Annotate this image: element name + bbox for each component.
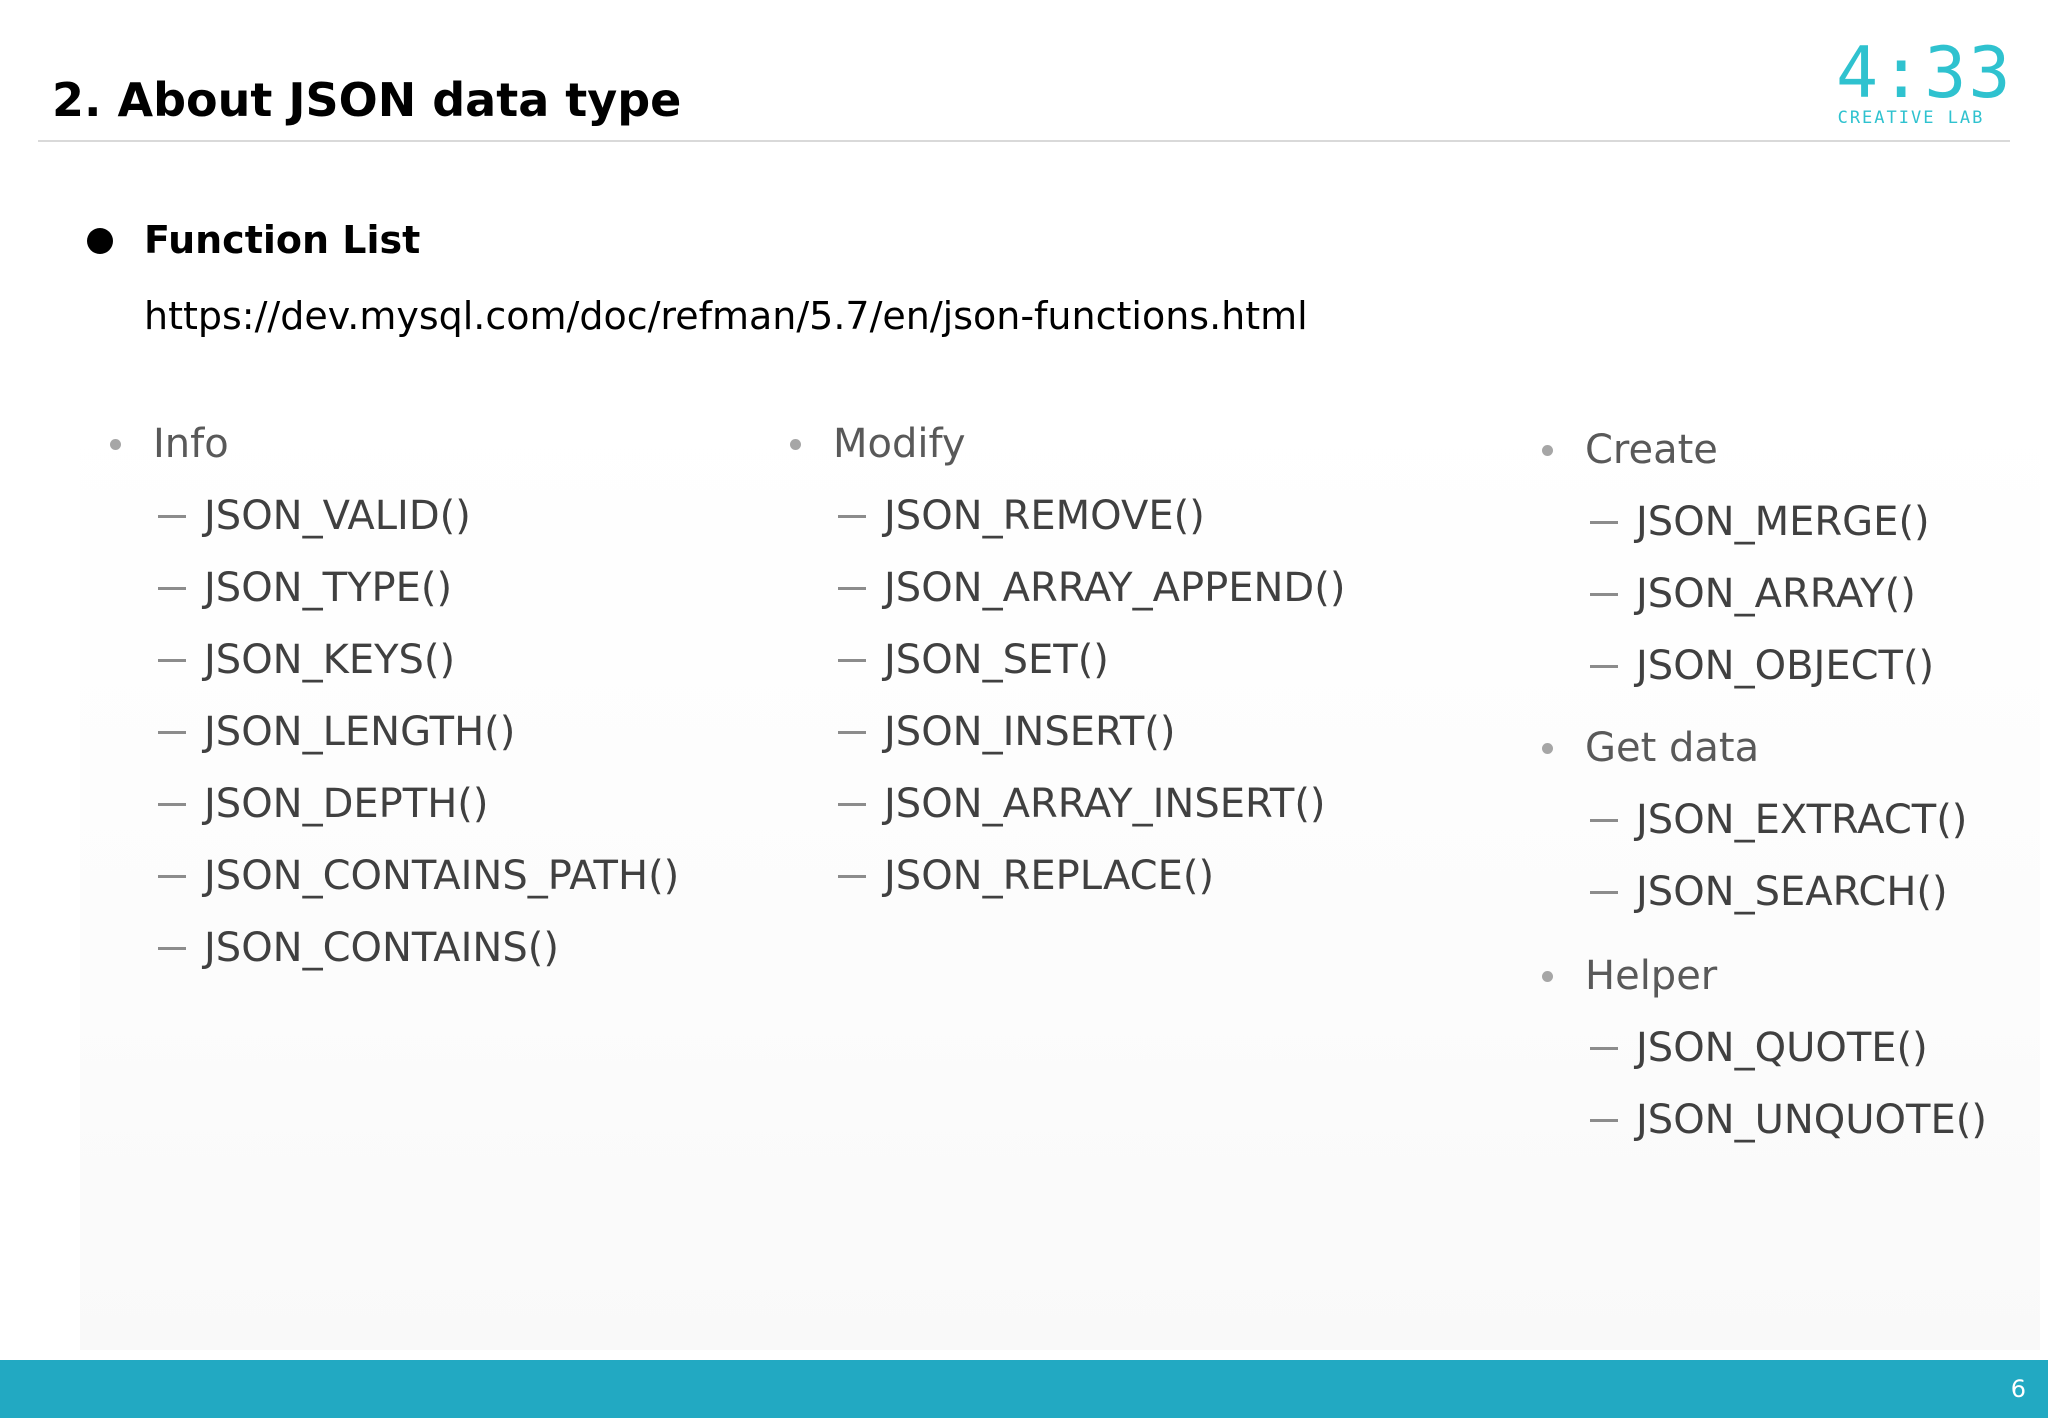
- function-name: JSON_OBJECT(): [1636, 643, 1935, 689]
- dash-icon: [1590, 818, 1618, 822]
- function-item: JSON_ARRAY(): [1512, 558, 1934, 630]
- function-name: JSON_VALID(): [204, 493, 471, 539]
- function-name: JSON_REMOVE(): [884, 493, 1205, 539]
- function-name: JSON_TYPE(): [204, 565, 453, 611]
- dash-icon: [158, 514, 186, 518]
- function-item: JSON_CONTAINS_PATH(): [80, 840, 679, 912]
- function-item: JSON_VALID(): [80, 480, 679, 552]
- dash-icon: [838, 802, 866, 806]
- function-name: JSON_CONTAINS_PATH(): [204, 853, 680, 899]
- group-heading: Info: [80, 408, 679, 480]
- function-name: JSON_ARRAY(): [1636, 571, 1916, 617]
- function-name: JSON_EXTRACT(): [1636, 797, 1968, 843]
- dash-icon: [1590, 1118, 1618, 1122]
- group-name: Info: [153, 421, 229, 467]
- function-name: JSON_INSERT(): [884, 709, 1176, 755]
- group-name: Helper: [1585, 953, 1718, 999]
- bullet-dot-icon: [1542, 970, 1553, 982]
- function-group-create: Create JSON_MERGE() JSON_ARRAY() JSON_OB…: [1512, 414, 1934, 702]
- logo-time: 4:33: [1836, 32, 2013, 114]
- dash-icon: [1590, 890, 1618, 894]
- function-name: JSON_SET(): [884, 637, 1109, 683]
- dash-icon: [1590, 520, 1618, 524]
- function-group-info: Info JSON_VALID() JSON_TYPE() JSON_KEYS(…: [80, 408, 679, 984]
- group-name: Modify: [833, 421, 966, 467]
- function-list-panel: Info JSON_VALID() JSON_TYPE() JSON_KEYS(…: [80, 400, 2040, 1350]
- function-item: JSON_REMOVE(): [760, 480, 1345, 552]
- function-name: JSON_LENGTH(): [204, 709, 516, 755]
- dash-icon: [838, 658, 866, 662]
- dash-icon: [838, 514, 866, 518]
- function-item: JSON_INSERT(): [760, 696, 1345, 768]
- slide-title: 2. About JSON data type: [52, 73, 682, 127]
- dash-icon: [158, 730, 186, 734]
- dash-icon: [158, 946, 186, 950]
- function-item: JSON_QUOTE(): [1512, 1012, 1987, 1084]
- bullet-dot-icon: [110, 438, 121, 450]
- footer-bar: 6: [0, 1360, 2048, 1418]
- logo-subtitle: CREATIVE LAB: [1837, 108, 1985, 128]
- function-item: JSON_LENGTH(): [80, 696, 679, 768]
- group-heading: Modify: [760, 408, 1345, 480]
- function-item: JSON_OBJECT(): [1512, 630, 1934, 702]
- dash-icon: [838, 586, 866, 590]
- dash-icon: [1590, 592, 1618, 596]
- function-item: JSON_ARRAY_APPEND(): [760, 552, 1345, 624]
- group-heading: Create: [1512, 414, 1934, 486]
- dash-icon: [838, 730, 866, 734]
- function-name: JSON_CONTAINS(): [204, 925, 559, 971]
- documentation-link[interactable]: https://dev.mysql.com/doc/refman/5.7/en/…: [144, 292, 1308, 340]
- bullet-dot-icon: [1542, 742, 1553, 754]
- page-number: 6: [2010, 1375, 2026, 1403]
- function-name: JSON_KEYS(): [204, 637, 456, 683]
- dash-icon: [1590, 1046, 1618, 1050]
- group-heading: Helper: [1512, 940, 1987, 1012]
- function-item: JSON_EXTRACT(): [1512, 784, 1967, 856]
- function-item: JSON_SET(): [760, 624, 1345, 696]
- function-name: JSON_SEARCH(): [1636, 869, 1948, 915]
- function-item: JSON_DEPTH(): [80, 768, 679, 840]
- function-item: JSON_CONTAINS(): [80, 912, 679, 984]
- dash-icon: [838, 874, 866, 878]
- function-group-helper: Helper JSON_QUOTE() JSON_UNQUOTE(): [1512, 940, 1987, 1156]
- function-name: JSON_QUOTE(): [1636, 1025, 1928, 1071]
- function-item: JSON_MERGE(): [1512, 486, 1934, 558]
- dash-icon: [158, 802, 186, 806]
- function-item: JSON_SEARCH(): [1512, 856, 1967, 928]
- function-item: JSON_REPLACE(): [760, 840, 1345, 912]
- function-item: JSON_UNQUOTE(): [1512, 1084, 1987, 1156]
- function-name: JSON_DEPTH(): [204, 781, 489, 827]
- company-logo: 4:33 CREATIVE LAB: [1836, 32, 2013, 128]
- bullet-dot-icon: [1542, 444, 1553, 456]
- dash-icon: [158, 874, 186, 878]
- section-heading: Function List: [144, 218, 421, 262]
- function-item: JSON_ARRAY_INSERT(): [760, 768, 1345, 840]
- function-item: JSON_KEYS(): [80, 624, 679, 696]
- bullet-dot-icon: [790, 438, 801, 450]
- function-group-modify: Modify JSON_REMOVE() JSON_ARRAY_APPEND()…: [760, 408, 1345, 912]
- dash-icon: [158, 658, 186, 662]
- function-name: JSON_REPLACE(): [884, 853, 1215, 899]
- function-name: JSON_UNQUOTE(): [1636, 1097, 1987, 1143]
- function-name: JSON_ARRAY_APPEND(): [884, 565, 1346, 611]
- title-divider: [38, 140, 2010, 142]
- dash-icon: [158, 586, 186, 590]
- function-group-get-data: Get data JSON_EXTRACT() JSON_SEARCH(): [1512, 712, 1967, 928]
- function-name: JSON_MERGE(): [1636, 499, 1930, 545]
- group-name: Get data: [1585, 725, 1760, 771]
- function-name: JSON_ARRAY_INSERT(): [884, 781, 1326, 827]
- function-item: JSON_TYPE(): [80, 552, 679, 624]
- group-heading: Get data: [1512, 712, 1967, 784]
- section-bullet-icon: [87, 228, 113, 254]
- dash-icon: [1590, 664, 1618, 668]
- group-name: Create: [1585, 427, 1718, 473]
